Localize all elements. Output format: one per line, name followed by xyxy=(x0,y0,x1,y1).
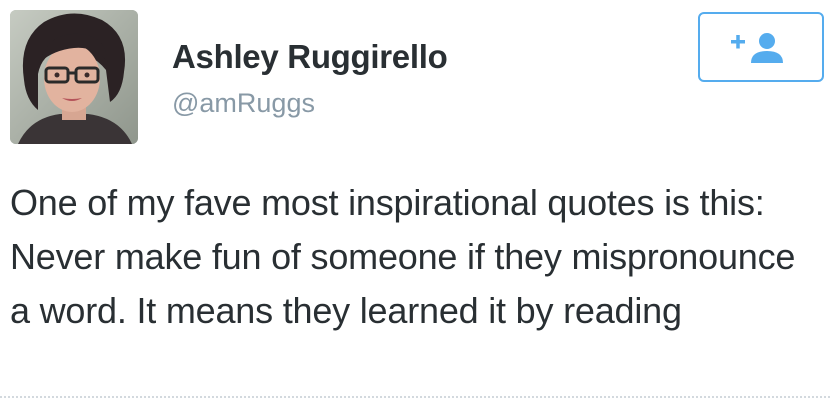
author-display-name[interactable]: Ashley Ruggirello xyxy=(172,38,448,76)
avatar-photo xyxy=(10,10,138,144)
add-user-icon xyxy=(731,33,783,63)
tweet-card: Ashley Ruggirello @amRuggs One of my fav… xyxy=(0,0,830,408)
author-handle[interactable]: @amRuggs xyxy=(172,88,315,119)
tweet-text: One of my fave most inspirational quotes… xyxy=(10,182,796,331)
tweet-divider xyxy=(0,396,830,398)
author-avatar[interactable] xyxy=(10,10,138,144)
follow-button[interactable] xyxy=(698,12,824,82)
